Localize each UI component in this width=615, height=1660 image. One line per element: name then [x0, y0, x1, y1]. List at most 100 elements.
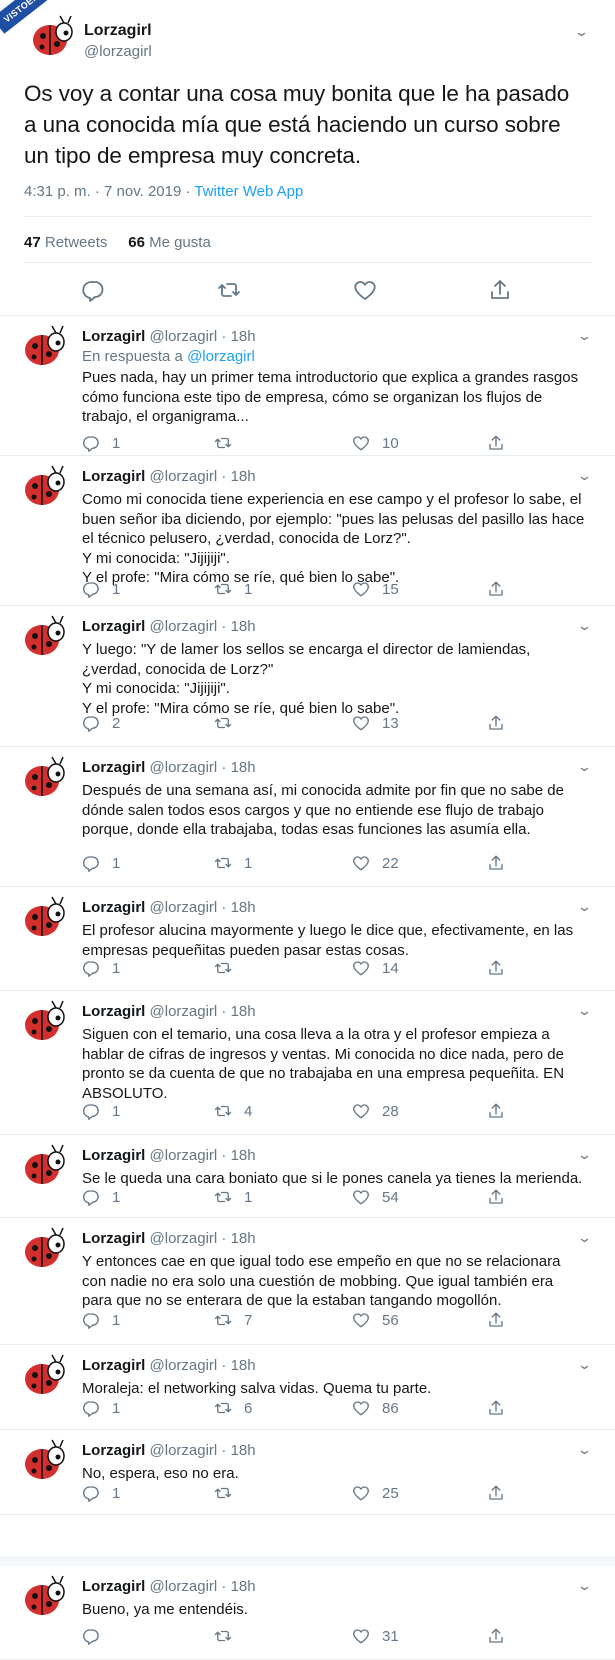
chevron-down-icon[interactable]: ⌄: [577, 1578, 592, 1594]
chevron-down-icon[interactable]: ⌄: [577, 618, 592, 634]
retweet-button[interactable]: 1: [214, 580, 252, 598]
tweet-source[interactable]: Twitter Web App: [194, 183, 303, 200]
author-name[interactable]: Lorzagirl: [82, 1578, 145, 1595]
avatar[interactable]: [22, 464, 68, 510]
avatar[interactable]: [22, 1574, 68, 1620]
retweet-button[interactable]: 1: [214, 854, 252, 872]
reply-button[interactable]: 1: [82, 580, 120, 598]
like-button[interactable]: 28: [352, 1102, 399, 1120]
chevron-down-icon[interactable]: ⌄: [577, 1230, 592, 1246]
author-name[interactable]: Lorzagirl: [82, 328, 145, 345]
share-button[interactable]: [487, 854, 505, 872]
author-handle[interactable]: @lorzagirl: [84, 43, 152, 60]
chevron-down-icon[interactable]: ⌄: [577, 1147, 592, 1163]
retweet-button[interactable]: [214, 959, 244, 977]
chevron-down-icon[interactable]: ⌄: [577, 1442, 592, 1458]
chevron-down-icon[interactable]: ⌄: [577, 328, 592, 344]
avatar[interactable]: [22, 1226, 68, 1272]
share-button[interactable]: [487, 434, 505, 452]
avatar[interactable]: [22, 895, 68, 941]
author-name[interactable]: Lorzagirl: [82, 899, 145, 916]
retweet-button[interactable]: 1: [214, 1188, 252, 1206]
share-button[interactable]: [487, 714, 505, 732]
reply-button[interactable]: 2: [82, 714, 120, 732]
author-name[interactable]: Lorzagirl: [82, 468, 145, 485]
like-button[interactable]: 31: [352, 1627, 399, 1645]
chevron-down-icon[interactable]: ⌄: [574, 24, 589, 40]
reply-button[interactable]: 1: [82, 434, 120, 452]
like-button[interactable]: 14: [352, 959, 399, 977]
share-button[interactable]: [487, 1627, 505, 1645]
reply-tweet[interactable]: Lorzagirl @lorzagirl · 18h ⌄ Y luego: "Y d…: [0, 606, 615, 747]
retweet-button[interactable]: 7: [214, 1311, 252, 1329]
reply-button[interactable]: 1: [82, 854, 120, 872]
share-button[interactable]: [487, 1484, 505, 1502]
avatar[interactable]: [22, 755, 68, 801]
author-name[interactable]: Lorzagirl: [82, 1442, 145, 1459]
avatar[interactable]: [22, 324, 68, 370]
author-meta[interactable]: @lorzagirl · 18h: [150, 1147, 256, 1164]
retweet-button[interactable]: 4: [214, 1102, 252, 1120]
avatar[interactable]: [22, 614, 68, 660]
like-button[interactable]: 54: [352, 1188, 399, 1206]
reply-button[interactable]: [82, 1627, 112, 1645]
author-name[interactable]: Lorzagirl: [82, 618, 145, 635]
author-meta[interactable]: @lorzagirl · 18h: [150, 468, 256, 485]
reply-button[interactable]: 1: [82, 1484, 120, 1502]
reply-icon[interactable]: [81, 278, 105, 302]
author-meta[interactable]: @lorzagirl · 18h: [150, 1442, 256, 1459]
chevron-down-icon[interactable]: ⌄: [577, 759, 592, 775]
author-name[interactable]: Lorzagirl: [82, 1147, 145, 1164]
reply-button[interactable]: 1: [82, 959, 120, 977]
reply-button[interactable]: 1: [82, 1311, 120, 1329]
reply-tweet[interactable]: Lorzagirl @lorzagirl · 18h ⌄ Se le queda u…: [0, 1135, 615, 1218]
author-meta[interactable]: @lorzagirl · 18h: [150, 899, 256, 916]
reply-tweet[interactable]: Lorzagirl @lorzagirl · 18h ⌄ En respuesta …: [0, 316, 615, 456]
like-button[interactable]: 25: [352, 1484, 399, 1502]
tweet-time[interactable]: 4:31 p. m. · 7 nov. 2019 ·: [24, 183, 194, 200]
retweets-stat[interactable]: 47 Retweets: [24, 234, 107, 251]
reply-tweet[interactable]: Lorzagirl @lorzagirl · 18h ⌄ Después de un…: [0, 747, 615, 887]
like-button[interactable]: 13: [352, 714, 399, 732]
author-meta[interactable]: @lorzagirl · 18h: [150, 618, 256, 635]
avatar[interactable]: [22, 1143, 68, 1189]
author-name[interactable]: Lorzagirl: [82, 1003, 145, 1020]
reply-tweet[interactable]: Lorzagirl @lorzagirl · 18h ⌄ Siguen con el…: [0, 991, 615, 1135]
like-button[interactable]: 15: [352, 580, 399, 598]
avatar[interactable]: [22, 1353, 68, 1399]
share-button[interactable]: [487, 1188, 505, 1206]
mention-link[interactable]: @lorzagirl: [187, 348, 255, 365]
like-button[interactable]: 86: [352, 1399, 399, 1417]
like-button[interactable]: 22: [352, 854, 399, 872]
retweet-button[interactable]: [214, 1627, 244, 1645]
reply-button[interactable]: 1: [82, 1102, 120, 1120]
share-icon[interactable]: [488, 278, 512, 302]
author-meta[interactable]: @lorzagirl · 18h: [150, 1578, 256, 1595]
reply-tweet[interactable]: Lorzagirl @lorzagirl · 18h ⌄ Y entonces ca…: [0, 1218, 615, 1345]
reply-tweet[interactable]: Lorzagirl @lorzagirl · 18h ⌄ Bueno, ya me …: [0, 1566, 615, 1660]
author-name[interactable]: Lorzagirl: [82, 1230, 145, 1247]
reply-button[interactable]: 1: [82, 1399, 120, 1417]
likes-stat[interactable]: 66 Me gusta: [128, 234, 211, 251]
author-meta[interactable]: @lorzagirl · 18h: [150, 759, 256, 776]
author-meta[interactable]: @lorzagirl · 18h: [150, 1357, 256, 1374]
share-button[interactable]: [487, 1311, 505, 1329]
retweet-button[interactable]: [214, 714, 244, 732]
chevron-down-icon[interactable]: ⌄: [577, 1357, 592, 1373]
retweet-icon[interactable]: [217, 278, 241, 302]
avatar[interactable]: [22, 1438, 68, 1484]
share-button[interactable]: [487, 580, 505, 598]
retweet-button[interactable]: [214, 434, 244, 452]
reply-tweet[interactable]: Lorzagirl @lorzagirl · 18h ⌄ El profesor a…: [0, 887, 615, 991]
like-button[interactable]: 56: [352, 1311, 399, 1329]
heart-icon[interactable]: [353, 278, 377, 302]
like-button[interactable]: 10: [352, 434, 399, 452]
reply-tweet[interactable]: Lorzagirl @lorzagirl · 18h ⌄ Como mi conoc…: [0, 456, 615, 606]
avatar[interactable]: [30, 14, 76, 60]
retweet-button[interactable]: [214, 1484, 244, 1502]
avatar[interactable]: [22, 999, 68, 1045]
reply-button[interactable]: 1: [82, 1188, 120, 1206]
author-meta[interactable]: @lorzagirl · 18h: [150, 1003, 256, 1020]
reply-tweet[interactable]: Lorzagirl @lorzagirl · 18h ⌄ No, espera, e…: [0, 1430, 615, 1515]
author-name[interactable]: Lorzagirl: [82, 759, 145, 776]
